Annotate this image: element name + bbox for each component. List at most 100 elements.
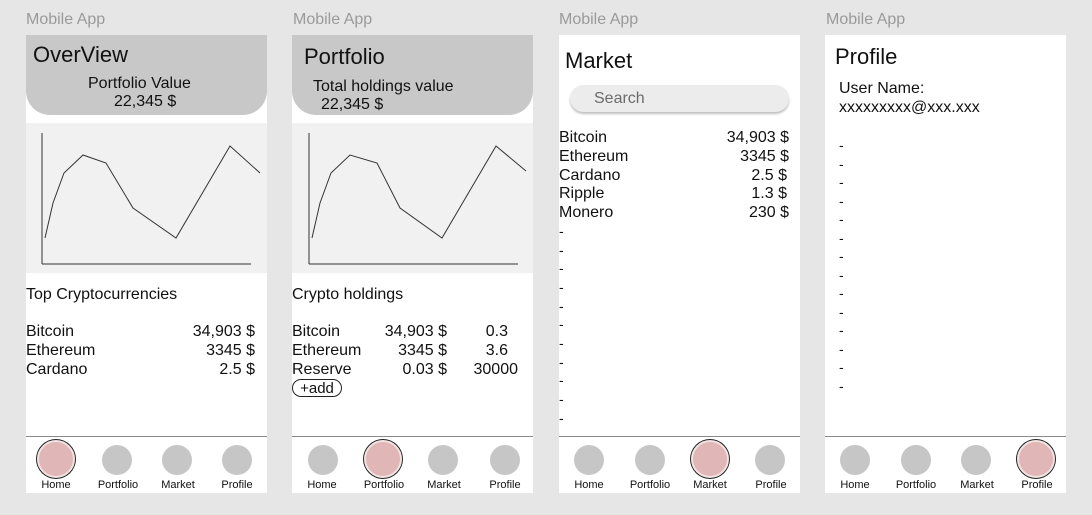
nav-market-label: Market bbox=[693, 479, 727, 491]
screen-caption-market: Mobile App bbox=[559, 11, 639, 28]
portfolio-icon bbox=[901, 445, 931, 475]
table-row[interactable]: Bitcoin 34,903 $ bbox=[559, 128, 800, 147]
profile-icon bbox=[490, 445, 520, 475]
table-row[interactable]: Bitcoin 34,903 $ 0.3 bbox=[292, 322, 533, 341]
portfolio-value-card: OverView Portfolio Value 22,345 $ bbox=[26, 35, 267, 115]
coin-price: 2.5 $ bbox=[219, 361, 255, 378]
nav-market[interactable]: Market bbox=[945, 437, 1005, 493]
profile-icon bbox=[1017, 440, 1055, 478]
list-item-placeholder: - bbox=[839, 322, 844, 338]
profile-screen: Profile User Name: xxxxxxxxx@xxx.xxx - -… bbox=[825, 35, 1066, 493]
nav-profile-label: Profile bbox=[489, 479, 521, 491]
list-item-placeholder: - bbox=[559, 335, 564, 351]
coin-name: Ethereum bbox=[559, 148, 629, 165]
home-icon bbox=[308, 445, 338, 475]
list-item-placeholder: - bbox=[559, 354, 564, 370]
nav-portfolio[interactable]: Portfolio bbox=[86, 437, 146, 493]
search-field[interactable] bbox=[570, 85, 789, 112]
list-item-placeholder: - bbox=[559, 391, 564, 407]
coin-name: Bitcoin bbox=[26, 323, 75, 340]
coin-price: 34,903 $ bbox=[384, 323, 447, 340]
nav-profile-label: Profile bbox=[1021, 479, 1053, 491]
coin-name: Cardano bbox=[559, 167, 621, 184]
portfolio-icon bbox=[102, 445, 132, 475]
section-title: Crypto holdings bbox=[292, 286, 404, 303]
nav-profile[interactable]: Profile bbox=[1005, 437, 1065, 493]
portfolio-icon bbox=[364, 440, 402, 478]
coin-price: 1.3 $ bbox=[751, 185, 787, 202]
list-item-placeholder: - bbox=[839, 137, 844, 153]
market-icon bbox=[428, 445, 458, 475]
nav-market[interactable]: Market bbox=[412, 437, 472, 493]
table-row[interactable]: Ripple 1.3 $ bbox=[559, 184, 800, 203]
table-row[interactable]: Ethereum 3345 $ 3.6 bbox=[292, 341, 533, 360]
nav-market-label: Market bbox=[960, 479, 994, 491]
page-title: Portfolio bbox=[304, 44, 385, 69]
nav-market-label: Market bbox=[427, 479, 461, 491]
nav-profile-label: Profile bbox=[755, 479, 787, 491]
nav-home[interactable]: Home bbox=[292, 437, 352, 493]
table-row[interactable]: Cardano 2.5 $ bbox=[559, 166, 800, 185]
nav-portfolio[interactable]: Portfolio bbox=[885, 437, 945, 493]
nav-portfolio-label: Portfolio bbox=[97, 479, 139, 491]
list-item-placeholder: - bbox=[839, 267, 844, 283]
nav-market[interactable]: Market bbox=[146, 437, 206, 493]
nav-home-label: Home bbox=[41, 479, 71, 491]
list-item-placeholder: - bbox=[839, 156, 844, 172]
overview-screen: OverView Portfolio Value 22,345 $ Top Cr… bbox=[26, 35, 267, 493]
market-icon bbox=[961, 445, 991, 475]
nav-portfolio[interactable]: Portfolio bbox=[352, 437, 412, 493]
coin-price: 3345 $ bbox=[398, 342, 447, 359]
coin-price: 2.5 $ bbox=[751, 167, 787, 184]
user-name-label: User Name: bbox=[839, 80, 925, 97]
page-title: OverView bbox=[33, 42, 128, 67]
coin-price: 3345 $ bbox=[206, 342, 255, 359]
nav-market[interactable]: Market bbox=[679, 437, 739, 493]
table-row[interactable]: Reserve 0.03 $ 30000 bbox=[292, 360, 533, 379]
table-row[interactable]: Monero 230 $ bbox=[559, 203, 800, 222]
list-item-placeholder: - bbox=[559, 298, 564, 314]
page-title: Market bbox=[565, 48, 633, 73]
table-row[interactable]: Cardano 2.5 $ bbox=[26, 360, 267, 379]
nav-home[interactable]: Home bbox=[825, 437, 885, 493]
bottom-nav: Home Portfolio Market Profile bbox=[825, 436, 1066, 493]
list-item-placeholder: - bbox=[839, 174, 844, 190]
holdings-chart bbox=[292, 123, 533, 273]
list-item-placeholder: - bbox=[559, 279, 564, 295]
screen-caption-overview: Mobile App bbox=[26, 11, 106, 28]
coin-price: 3345 $ bbox=[740, 148, 789, 165]
add-holding-button[interactable]: +add bbox=[292, 379, 342, 397]
nav-home-label: Home bbox=[574, 479, 604, 491]
coin-name: Ethereum bbox=[26, 342, 96, 359]
section-title: Top Cryptocurrencies bbox=[26, 286, 178, 303]
market-icon bbox=[691, 440, 729, 478]
home-icon bbox=[37, 440, 75, 478]
holdings-value-card: Portfolio Total holdings value 22,345 $ bbox=[292, 35, 533, 115]
coin-amount: 3.6 bbox=[485, 342, 508, 359]
bottom-nav: Home Portfolio Market Profile bbox=[292, 436, 533, 493]
nav-profile[interactable]: Profile bbox=[739, 437, 799, 493]
home-icon bbox=[840, 445, 870, 475]
nav-market-label: Market bbox=[161, 479, 195, 491]
table-row[interactable]: Ethereum 3345 $ bbox=[559, 147, 800, 166]
profile-icon bbox=[222, 445, 252, 475]
list-item-placeholder: - bbox=[839, 304, 844, 320]
table-row[interactable]: Bitcoin 34,903 $ bbox=[26, 322, 267, 341]
nav-home-label: Home bbox=[840, 479, 870, 491]
price-line bbox=[44, 145, 261, 239]
screen-caption-portfolio: Mobile App bbox=[293, 11, 373, 28]
market-screen: Market Bitcoin 34,903 $ Ethereum 3345 $ … bbox=[559, 35, 800, 493]
nav-home[interactable]: Home bbox=[26, 437, 86, 493]
nav-portfolio[interactable]: Portfolio bbox=[619, 437, 679, 493]
coin-name: Cardano bbox=[26, 361, 88, 378]
list-item-placeholder: - bbox=[839, 248, 844, 264]
price-chart-svg bbox=[41, 133, 261, 265]
search-input[interactable] bbox=[594, 89, 774, 108]
nav-profile[interactable]: Profile bbox=[472, 437, 532, 493]
profile-icon bbox=[755, 445, 785, 475]
nav-home[interactable]: Home bbox=[559, 437, 619, 493]
table-row[interactable]: Ethereum 3345 $ bbox=[26, 341, 267, 360]
coin-name: Ripple bbox=[559, 185, 605, 202]
price-chart bbox=[26, 123, 267, 273]
nav-profile[interactable]: Profile bbox=[206, 437, 266, 493]
